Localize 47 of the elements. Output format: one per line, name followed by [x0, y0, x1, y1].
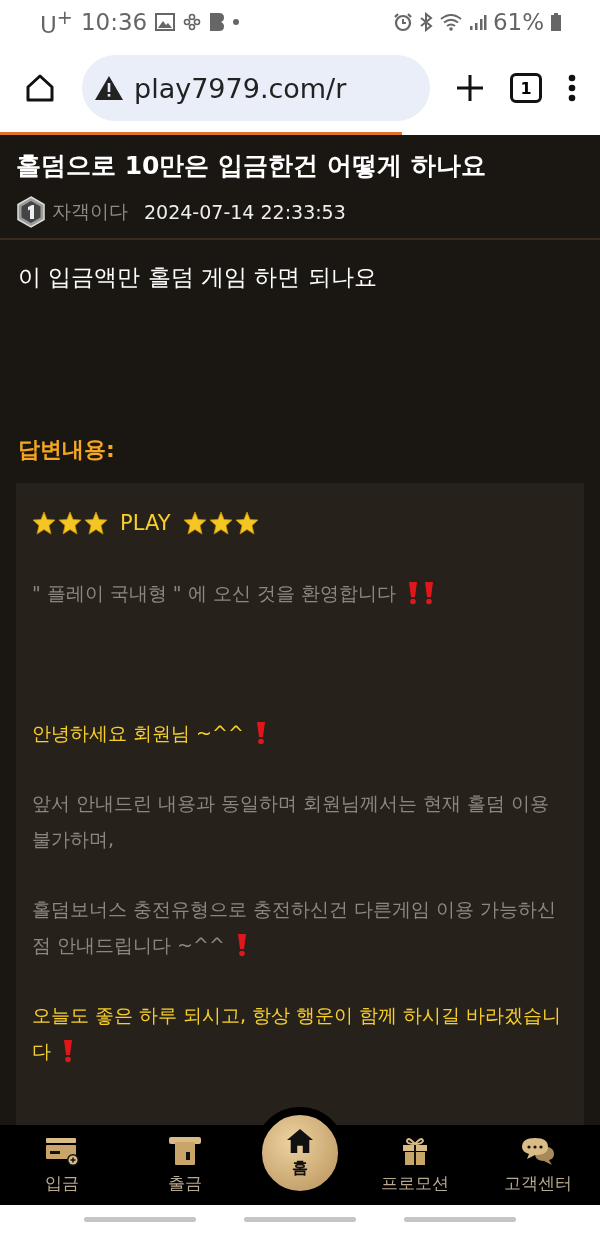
author-name: 자객이다 [52, 199, 128, 224]
b-app-icon [209, 12, 226, 32]
nav-tab[interactable]: 프로모션 [359, 1135, 470, 1195]
gesture-handle[interactable] [404, 1216, 516, 1222]
atm-icon [168, 1135, 203, 1166]
tab-count-button[interactable]: 1 [510, 73, 542, 103]
home-icon[interactable] [24, 72, 56, 104]
chat-icon [521, 1135, 556, 1166]
answer-text: " 플레이 국내형 " 에 오신 것을 환영합니다 [32, 582, 396, 604]
answer-label: 답변내용: [17, 436, 116, 464]
answer-text: 오늘도 좋은 하루 되시고, 항상 행운이 함께 하시길 바라겠습니다 [32, 1004, 562, 1062]
wifi-icon [438, 12, 463, 32]
gesture-handle[interactable] [244, 1216, 356, 1222]
nav-tab[interactable]: 고객센터 [483, 1135, 594, 1195]
star-icon [32, 511, 56, 535]
answer-text: 앞서 안내드린 내용과 동일하며 회원님께서는 현재 홀덤 이용 불가하며, [32, 792, 550, 850]
post-date: 2024-07-14 22:33:53 [144, 201, 346, 223]
post-title: 홀덤으로 10만은 입금한건 어떻게 하나요 [16, 150, 487, 182]
alarm-icon [392, 12, 413, 32]
dot-icon [233, 19, 240, 25]
more-icon[interactable] [568, 74, 576, 102]
address-bar[interactable]: play7979.com/r [82, 55, 430, 121]
level-badge-icon [16, 196, 46, 228]
battery-icon [550, 12, 562, 32]
star-icon [84, 511, 108, 535]
battery-percent: 61% [492, 9, 544, 35]
star-icon [234, 511, 259, 535]
banner-text: PLAY [120, 511, 171, 535]
flower-icon [183, 13, 202, 31]
card-plus-icon [44, 1135, 79, 1166]
star-icon [208, 511, 233, 535]
warning-icon [94, 75, 124, 101]
gesture-handle[interactable] [84, 1216, 196, 1222]
nav-tab[interactable]: 입금 [6, 1135, 117, 1195]
carrier-label: U$^{+}$ [40, 6, 73, 38]
bluetooth-icon [418, 12, 433, 32]
post-body: 이 입금액만 홀덤 게임 하면 되나요 [17, 263, 378, 292]
star-icon [182, 511, 207, 535]
answer-text: 안녕하세요 회원님 ~^^ [32, 722, 244, 744]
image-icon [155, 13, 176, 31]
home-icon [285, 1127, 315, 1154]
nav-tab[interactable]: 출금 [130, 1135, 241, 1195]
plus-icon[interactable] [456, 74, 484, 102]
signal-icon [468, 13, 487, 31]
star-icon [58, 511, 82, 535]
clock-time: 10:36 [80, 9, 148, 35]
answer-text: 홀덤보너스 충전유형으로 충전하신건 다른게임 이용 가능하신 점 안내드립니다 ~^^ [32, 898, 557, 956]
